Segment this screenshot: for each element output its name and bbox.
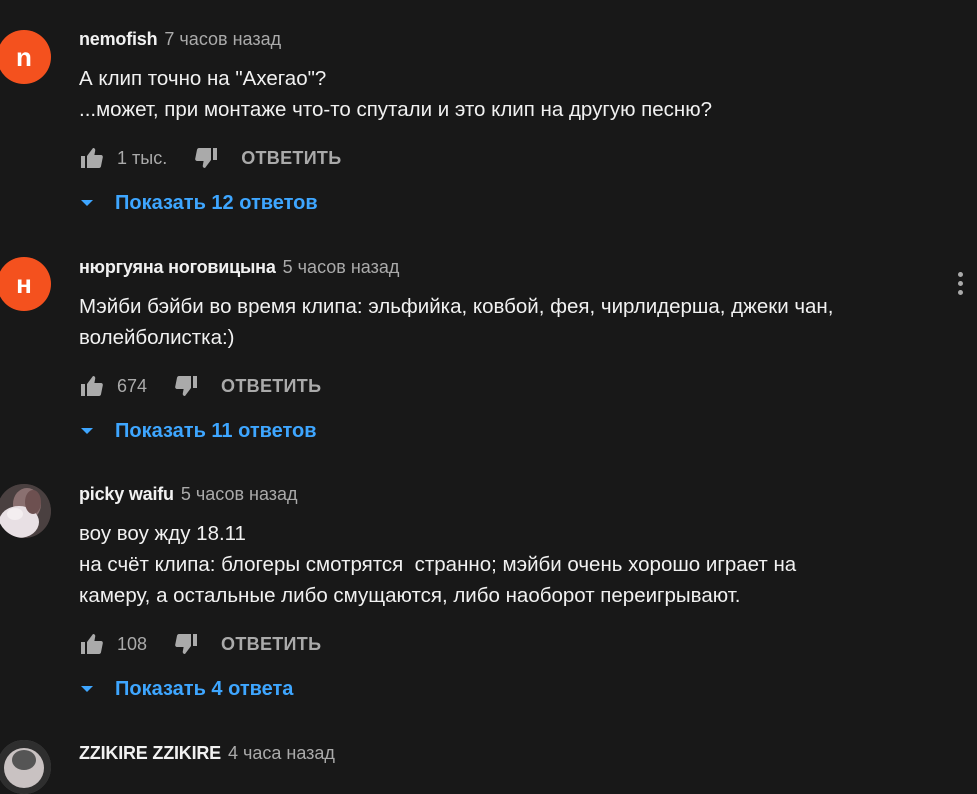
comment-timestamp[interactable]: 5 часов назад bbox=[181, 484, 298, 505]
thumbs-down-icon[interactable] bbox=[193, 145, 219, 171]
avatar[interactable]: н bbox=[0, 257, 51, 311]
comment-text-line: воу воу жду 18.11 bbox=[79, 522, 246, 545]
comment-author[interactable]: нюргуяна ноговицына bbox=[79, 257, 276, 278]
show-replies-button[interactable]: Показать 4 ответа bbox=[79, 676, 937, 702]
show-replies-label: Показать 11 ответов bbox=[115, 419, 317, 442]
comment-author[interactable]: nemofish bbox=[79, 29, 158, 50]
reply-button[interactable]: ОТВЕТИТЬ bbox=[221, 634, 321, 655]
like-count: 1 тыс. bbox=[117, 147, 168, 168]
comment-timestamp[interactable]: 7 часов назад bbox=[164, 29, 281, 50]
avatar-letter: n bbox=[16, 41, 32, 72]
avatar-letter: н bbox=[16, 268, 32, 299]
comment-timestamp[interactable]: 4 часа назад bbox=[228, 743, 335, 764]
comment-text: Мэйби бэйби во время клипа: эльфийка, ко… bbox=[79, 291, 937, 353]
comment-timestamp[interactable]: 5 часов назад bbox=[283, 257, 400, 278]
reply-button[interactable]: ОТВЕТИТЬ bbox=[241, 148, 341, 169]
show-replies-label: Показать 12 ответов bbox=[115, 191, 318, 214]
comment-text-line: камеру, а остальные либо смущаются, либо… bbox=[79, 584, 741, 607]
thumbs-up-icon[interactable] bbox=[79, 373, 105, 399]
avatar-image bbox=[0, 740, 51, 794]
comment-author[interactable]: picky waifu bbox=[79, 484, 174, 505]
show-replies-label: Показать 4 ответа bbox=[115, 677, 294, 700]
reply-button[interactable]: ОТВЕТИТЬ bbox=[221, 376, 321, 397]
avatar[interactable] bbox=[0, 484, 51, 538]
caret-down-icon bbox=[81, 428, 93, 434]
thumbs-up-icon[interactable] bbox=[79, 145, 105, 171]
comment-text-line: ...может, при монтаже что-то спутали и э… bbox=[79, 98, 712, 121]
avatar[interactable] bbox=[0, 740, 51, 794]
comment-text: воу воу жду 18.11 на счёт клипа: блогеры… bbox=[79, 518, 937, 611]
show-replies-button[interactable]: Показать 12 ответов bbox=[79, 190, 937, 216]
avatar[interactable]: n bbox=[0, 30, 51, 84]
thumbs-down-icon[interactable] bbox=[173, 373, 199, 399]
comment-text-line: на счёт клипа: блогеры смотрятся странно… bbox=[79, 553, 797, 576]
like-count: 674 bbox=[117, 375, 148, 396]
comment-text-line: Мэйби бэйби во время клипа: эльфийка, ко… bbox=[79, 295, 834, 318]
like-count: 108 bbox=[117, 633, 148, 654]
comment-author[interactable]: ZZIKIRE ZZIKIRE bbox=[79, 743, 221, 764]
comment-text: А клип точно на "Ахегао"? ...может, при … bbox=[79, 63, 937, 125]
thumbs-down-icon[interactable] bbox=[173, 631, 199, 657]
thumbs-up-icon[interactable] bbox=[79, 631, 105, 657]
comment-text-line: волейболистка:) bbox=[79, 326, 235, 349]
caret-down-icon bbox=[81, 686, 93, 692]
caret-down-icon bbox=[81, 200, 93, 206]
comment-text-line: А клип точно на "Ахегао"? bbox=[79, 67, 327, 90]
avatar-image bbox=[0, 484, 51, 538]
more-actions-icon[interactable] bbox=[957, 272, 963, 295]
show-replies-button[interactable]: Показать 11 ответов bbox=[79, 418, 937, 444]
